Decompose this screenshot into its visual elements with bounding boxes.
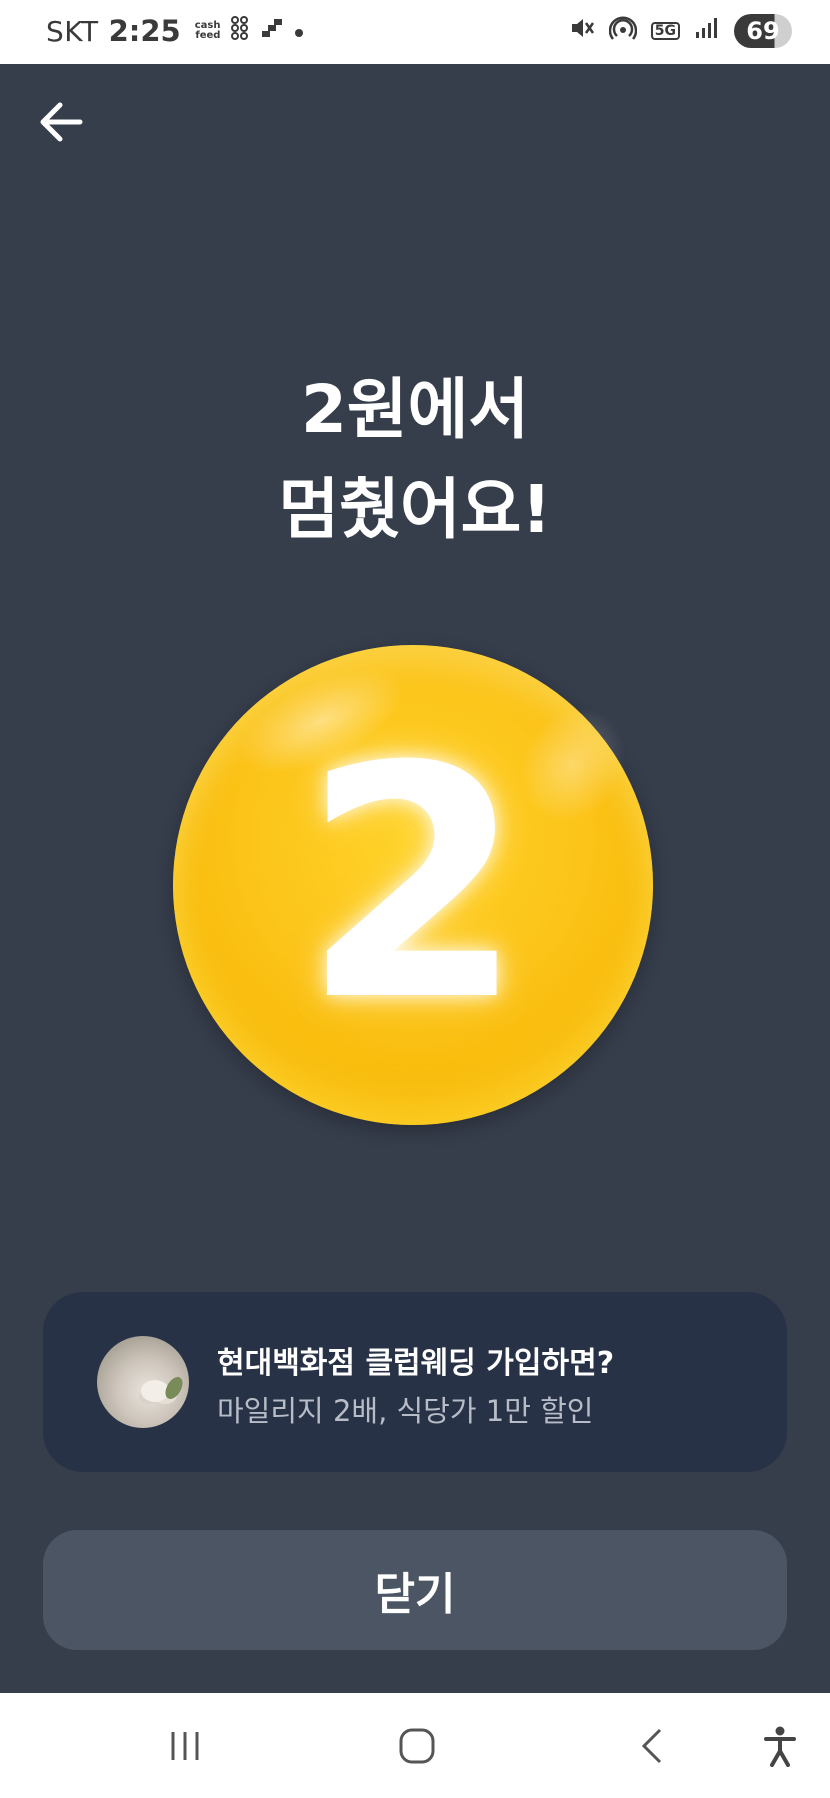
back-button[interactable]	[36, 96, 88, 148]
clock: 2:25	[108, 14, 181, 48]
home-icon	[399, 1728, 435, 1763]
promo-title: 현대백화점 클럽웨딩 가입하면?	[217, 1346, 615, 1381]
signal-icon	[694, 16, 720, 46]
result-title: 2원에서 멈췄어요!	[0, 360, 830, 560]
coin-number: 2	[301, 699, 525, 1071]
close-button[interactable]: 닫기	[43, 1530, 787, 1650]
home-button[interactable]	[372, 1693, 462, 1798]
mute-icon	[569, 15, 595, 47]
arrow-left-icon	[40, 102, 83, 142]
carrier-label: SKT	[46, 14, 99, 48]
battery-indicator: 69	[734, 14, 792, 48]
promo-thumbnail	[97, 1336, 189, 1428]
nav-back-button[interactable]	[606, 1693, 696, 1798]
hotspot-icon	[608, 14, 638, 48]
status-left: SKT 2:25 cash feed	[46, 14, 304, 48]
network-5g-icon: 5G	[650, 22, 680, 40]
recent-apps-icon	[171, 1731, 199, 1760]
cashfeed-line2: feed	[195, 30, 221, 41]
promo-card[interactable]: 현대백화점 클럽웨딩 가입하면? 마일리지 2배, 식당가 1만 할인	[43, 1292, 787, 1472]
more-notifications-dot-icon	[294, 19, 304, 44]
status-right: 5G 69	[569, 14, 792, 48]
promo-subtitle: 마일리지 2배, 식당가 1만 할인	[217, 1394, 594, 1428]
recent-apps-button[interactable]	[140, 1693, 230, 1798]
app-notification-icon	[230, 15, 250, 47]
status-bar: SKT 2:25 cash feed 5G 69	[0, 0, 830, 64]
cashfeed-icon: cash feed	[195, 21, 221, 41]
accessibility-button[interactable]	[745, 1693, 815, 1798]
back-icon	[641, 1728, 662, 1763]
accessibility-icon	[764, 1726, 796, 1767]
result-title-line2: 멈췄어요!	[278, 471, 552, 548]
result-title-line1: 2원에서	[300, 371, 530, 448]
result-coin: 2	[173, 645, 653, 1125]
system-nav-bar	[0, 1693, 830, 1798]
stairs-notification-icon	[260, 17, 284, 45]
